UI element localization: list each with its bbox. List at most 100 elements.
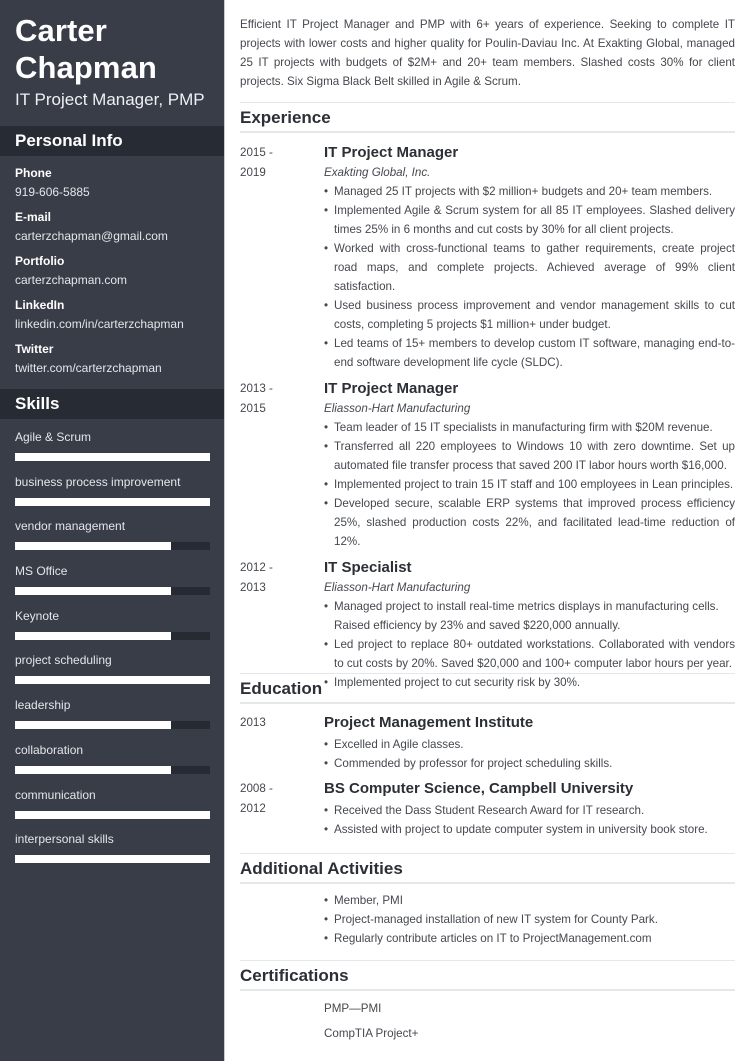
bullet-text: Transferred all 220 employees to Windows… <box>334 440 735 472</box>
email-link[interactable]: carterzchapman@gmail.com <box>15 228 215 244</box>
bullet-list: • Team leader of 15 IT specialists in man… <box>324 418 735 551</box>
bullet-item: • Used business process improvement and v… <box>324 296 735 334</box>
bullet-icon: • <box>324 497 329 510</box>
personal-info-heading: Personal Info <box>0 126 224 156</box>
skill-item: business process improvement <box>15 474 210 519</box>
section-heading: Education <box>240 673 735 704</box>
skill-item: project scheduling <box>15 652 210 697</box>
bullet-icon: • <box>324 185 329 198</box>
skill-level-bar <box>15 721 210 730</box>
twitter-link[interactable]: twitter.com/carterzchapman <box>15 360 215 376</box>
info-label: Phone <box>15 166 52 180</box>
bullet-text: Managed 25 IT projects with $2 million+ … <box>334 185 713 198</box>
bullet-text: Led teams of 15+ members to develop cust… <box>334 337 735 369</box>
entry-body: Project Management Institute • Excelled in… <box>324 713 735 773</box>
bullet-item: • Developed secure, scalable ERP systems … <box>324 494 735 551</box>
entry-body: BS Computer Science, Campbell University… <box>324 779 735 839</box>
activities-body: • Member, PMI • Project-managed installatio… <box>324 884 735 948</box>
date-start: 2013 - <box>240 382 273 395</box>
bullet-item: • Worked with cross-functional teams to g… <box>324 239 735 296</box>
skill-label: communication <box>15 787 96 802</box>
skill-item: vendor management <box>15 518 210 563</box>
bullet-icon: • <box>324 738 329 751</box>
experience-section: Experience 2015 - 2019 IT Project Manager E… <box>240 102 735 692</box>
info-email: E-mail carterzchapman@gmail.com <box>15 209 215 253</box>
skill-item: Agile & Scrum <box>15 429 210 474</box>
entry-title: Project Management Institute <box>324 714 534 731</box>
skill-item: MS Office <box>15 563 210 608</box>
experience-entry: 2013 - 2015 IT Project Manager Eliasson-Har… <box>240 379 735 551</box>
bullet-item: • Managed 25 IT projects with $2 million+… <box>324 182 735 201</box>
skill-label: project scheduling <box>15 653 112 668</box>
summary: Efficient IT Project Manager and PMP wit… <box>240 18 735 88</box>
bullet-icon: • <box>324 204 329 217</box>
bullet-item: • Regularly contribute articles on IT to … <box>324 929 735 948</box>
bullet-text: Used business process improvement and ve… <box>334 299 735 331</box>
date-end: 2013 <box>240 580 266 594</box>
info-phone: Phone 919-606-5885 <box>15 165 215 209</box>
bullet-text: Team leader of 15 IT specialists in manu… <box>334 421 713 434</box>
bullet-icon: • <box>324 478 329 491</box>
portfolio-link[interactable]: carterzchapman.com <box>15 272 215 288</box>
info-label: Twitter <box>15 342 54 356</box>
skill-label: collaboration <box>15 742 84 757</box>
skill-label: vendor management <box>15 519 126 534</box>
first-name: Carter <box>15 13 107 48</box>
bullet-item: • Transferred all 220 employees to Window… <box>324 437 735 475</box>
skill-item: collaboration <box>15 742 210 787</box>
phone-value[interactable]: 919-606-5885 <box>15 184 215 200</box>
linkedin-link[interactable]: linkedin.com/in/carterzchapman <box>15 316 215 332</box>
skill-level-fill <box>15 765 171 774</box>
section-heading: Additional Activities <box>240 853 735 884</box>
entry-company: Eliasson-Hart Manufacturing <box>324 402 471 415</box>
bullet-item: • Commended by professor for project sche… <box>324 754 735 773</box>
info-label: Portfolio <box>15 254 65 268</box>
skill-item: interpersonal skills <box>15 831 210 876</box>
entry-company: Exakting Global, Inc. <box>324 166 431 179</box>
info-twitter: Twitter twitter.com/carterzchapman <box>15 341 215 385</box>
certification-item: PMP—PMI <box>324 1002 382 1015</box>
date-end: 2012 <box>240 801 266 815</box>
personal-info-list: Phone 919-606-5885 E-mail carterzchapman… <box>15 165 215 385</box>
skill-level-bar <box>15 765 210 774</box>
entry-title: IT Project Manager <box>324 380 459 397</box>
entry-dates: 2008 - 2012 <box>240 779 300 818</box>
date-start: 2015 - <box>240 146 273 159</box>
entry-dates: 2013 <box>240 713 300 733</box>
section-heading: Experience <box>240 102 735 133</box>
bullet-item: • Excelled in Agile classes. <box>324 735 735 754</box>
bullet-list: • Excelled in Agile classes. • Commended by… <box>324 735 735 773</box>
info-label: E-mail <box>15 210 52 224</box>
bullet-text: Received the Dass Student Research Award… <box>334 804 645 817</box>
education-entry: 2008 - 2012 BS Computer Science, Campbell … <box>240 779 735 839</box>
certifications-section: Certifications PMP—PMI CompTIA Project+ <box>240 960 735 1048</box>
bullet-item: • Assisted with project to update compute… <box>324 820 735 839</box>
bullet-item: • Member, PMI <box>324 891 735 910</box>
skill-item: Keynote <box>15 608 210 653</box>
bullet-icon: • <box>324 913 329 926</box>
skill-level-bar <box>15 676 210 685</box>
bullet-icon: • <box>324 638 329 651</box>
bullet-text: Implemented Agile & Scrum system for all… <box>334 204 735 236</box>
bullet-text: Member, PMI <box>334 894 403 907</box>
bullet-icon: • <box>324 894 329 907</box>
skill-level-bar <box>15 631 210 640</box>
entry-body: IT Project Manager Exakting Global, Inc. •… <box>324 143 735 372</box>
entry-dates: 2012 - 2013 <box>240 558 300 597</box>
sidebar: Carter Chapman IT Project Manager, PMP P… <box>0 0 225 1061</box>
bullet-icon: • <box>324 600 329 613</box>
skill-level-bar <box>15 453 210 461</box>
skill-level-fill <box>15 587 171 596</box>
bullet-icon: • <box>324 299 329 312</box>
section-heading: Certifications <box>240 960 735 991</box>
skill-level-fill <box>15 855 210 864</box>
skill-level-fill <box>15 497 210 506</box>
entry-title: IT Project Manager <box>324 144 459 161</box>
bullet-item: • Implemented Agile & Scrum system for al… <box>324 201 735 239</box>
bullet-list: • Managed 25 IT projects with $2 million+… <box>324 182 735 372</box>
bullet-item: • Team leader of 15 IT specialists in man… <box>324 418 735 437</box>
skill-level-bar <box>15 497 210 506</box>
date-end: 2015 <box>240 401 266 415</box>
info-portfolio: Portfolio carterzchapman.com <box>15 253 215 297</box>
last-name: Chapman <box>15 50 157 85</box>
